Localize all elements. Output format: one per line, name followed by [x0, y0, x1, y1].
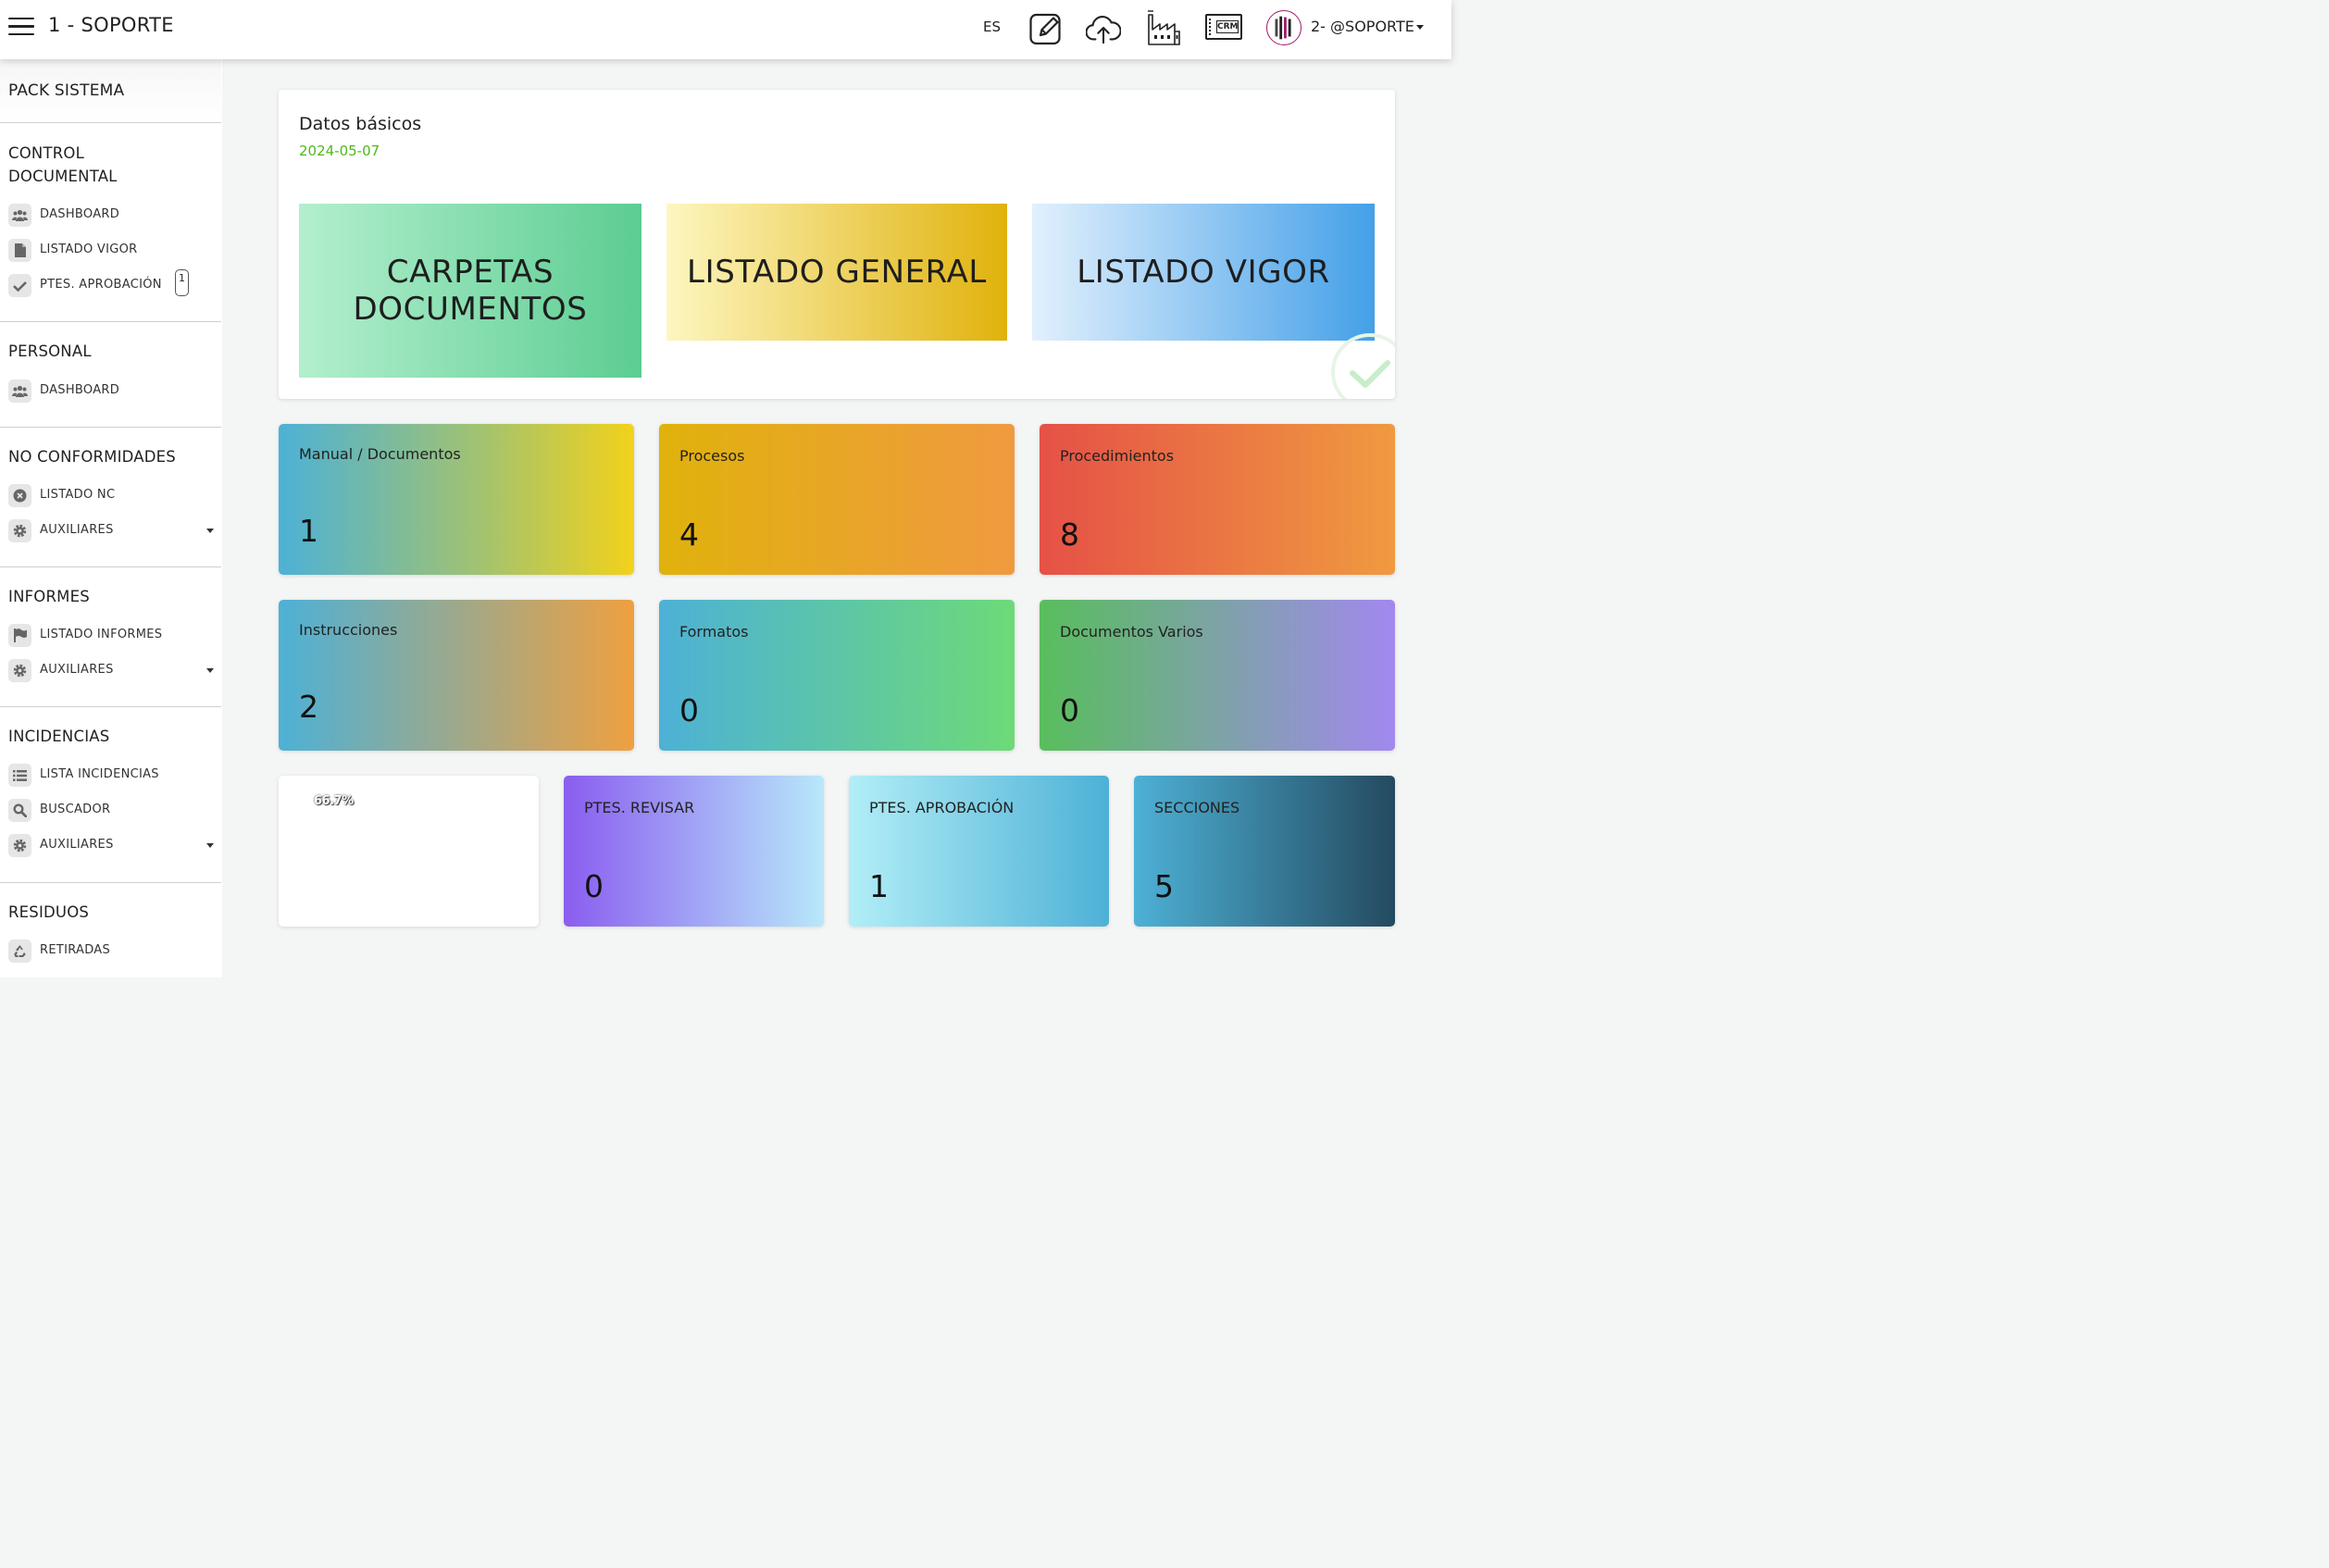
sidebar-item-label: LISTADO VIGOR [40, 243, 138, 256]
stat-value: 0 [679, 692, 699, 728]
sidebar-item-ptes-aprobacion[interactable]: PTES. APROBACIÓN 1 [8, 269, 214, 299]
sidebar-item-auxiliares-informes[interactable]: AUXILIARES [8, 656, 214, 684]
sidebar: PACK SISTEMA CONTROL DOCUMENTAL DASHBOAR… [0, 59, 222, 977]
gear-icon [8, 519, 31, 542]
x-circle-icon [8, 484, 31, 507]
sidebar-item-label: LISTADO INFORMES [40, 628, 163, 641]
stat-value: 0 [584, 868, 604, 904]
tile-carpetas-documentos[interactable]: CARPETAS DOCUMENTOS [299, 204, 641, 378]
avatar[interactable] [1266, 10, 1302, 45]
stat-card-procedimientos[interactable]: Procedimientos 8 [1040, 424, 1395, 575]
section-incidencias: INCIDENCIAS [8, 728, 110, 745]
stat-card-ptes-revisar[interactable]: PTES. REVISAR 0 [564, 776, 824, 927]
menu-icon[interactable] [8, 18, 34, 38]
gear-icon [8, 834, 31, 857]
stat-label: Documentos Varios [1060, 623, 1203, 641]
section-control-documental: CONTROL DOCUMENTAL [8, 144, 118, 185]
chevron-down-icon [206, 668, 214, 673]
factory-icon[interactable] [1145, 9, 1182, 46]
edit-icon[interactable] [1028, 11, 1064, 46]
file-icon [8, 239, 31, 262]
sidebar-item-label: DASHBOARD [40, 207, 120, 221]
tile-listado-general[interactable]: LISTADO GENERAL [666, 204, 1007, 341]
stat-label: Manual / Documentos [299, 445, 461, 463]
stat-card-formatos[interactable]: Formatos 0 [659, 600, 1015, 751]
recycle-icon [8, 940, 31, 963]
card-title: Datos básicos [299, 114, 422, 134]
stat-card-secciones[interactable]: SECCIONES 5 [1134, 776, 1395, 927]
app-title: 1 - SOPORTE [48, 14, 174, 36]
section-personal: PERSONAL [8, 342, 92, 360]
sidebar-item-label: AUXILIARES [40, 838, 114, 852]
gear-icon [8, 659, 31, 682]
sidebar-item-auxiliares-nc[interactable]: AUXILIARES [8, 516, 214, 544]
sidebar-item-listado-informes[interactable]: LISTADO INFORMES [8, 621, 214, 649]
sidebar-item-label: LISTADO NC [40, 488, 116, 502]
sidebar-item-label: RETIRADAS [40, 943, 111, 957]
stat-label: Procesos [679, 447, 745, 465]
stat-card-instrucciones[interactable]: Instrucciones 2 [279, 600, 634, 751]
sidebar-item-label: DASHBOARD [40, 383, 120, 397]
flag-icon [8, 624, 31, 647]
check-icon [8, 274, 31, 297]
language-selector[interactable]: ES [983, 19, 1001, 35]
check-watermark-icon [1331, 333, 1395, 399]
stat-value: 5 [1154, 868, 1174, 904]
chevron-down-icon [206, 529, 214, 533]
stat-label: Instrucciones [299, 621, 398, 639]
stat-value: 0 [1060, 692, 1079, 728]
sidebar-item-lista-incidencias[interactable]: LISTA INCIDENCIAS [8, 761, 214, 789]
search-icon [8, 799, 31, 822]
stat-card-documentos-varios[interactable]: Documentos Varios 0 [1040, 600, 1395, 751]
progress-card: 66.7% [279, 776, 539, 927]
stat-label: PTES. APROBACIÓN [869, 799, 1015, 816]
users-icon [8, 204, 31, 227]
card-date: 2024-05-07 [299, 143, 380, 159]
basic-data-card: Datos básicos 2024-05-07 CARPETAS DOCUME… [279, 90, 1395, 399]
stat-label: Formatos [679, 623, 749, 641]
stat-card-manual-documentos[interactable]: Manual / Documentos 1 [279, 424, 634, 575]
sidebar-item-dashboard[interactable]: DASHBOARD [8, 201, 214, 229]
user-logo-icon [1275, 16, 1291, 40]
sidebar-item-auxiliares-incidencias[interactable]: AUXILIARES [8, 831, 214, 859]
section-no-conformidades: NO CONFORMIDADES [8, 448, 176, 466]
tile-listado-vigor[interactable]: LISTADO VIGOR [1032, 204, 1375, 341]
count-badge: 1 [175, 269, 189, 296]
stat-value: 1 [869, 868, 889, 904]
sidebar-item-label: AUXILIARES [40, 663, 114, 677]
sidebar-item-label: AUXILIARES [40, 523, 114, 537]
sidebar-item-label: LISTA INCIDENCIAS [40, 767, 159, 781]
stat-card-procesos[interactable]: Procesos 4 [659, 424, 1015, 575]
chevron-down-icon [206, 843, 214, 848]
section-informes: INFORMES [8, 588, 90, 605]
sidebar-item-retiradas[interactable]: RETIRADAS [8, 937, 214, 964]
stat-value: 1 [299, 513, 318, 549]
progress-label: 66.7% [314, 794, 354, 808]
sidebar-item-listado-nc[interactable]: LISTADO NC [8, 481, 214, 509]
chevron-down-icon [1415, 25, 1424, 30]
stat-card-ptes-aprobacion[interactable]: PTES. APROBACIÓN 1 [849, 776, 1109, 927]
sidebar-item-dashboard-personal[interactable]: DASHBOARD [8, 377, 214, 404]
user-menu[interactable]: 2- @SOPORTE [1311, 18, 1424, 35]
top-bar: 1 - SOPORTE ES CRM 2- @SOPORTE [0, 0, 1451, 59]
crm-label: CRM [1216, 20, 1239, 33]
section-residuos: RESIDUOS [8, 903, 90, 921]
stat-value: 2 [299, 689, 318, 725]
users-icon [8, 380, 31, 403]
crm-icon[interactable]: CRM [1205, 14, 1242, 40]
sidebar-item-label: PTES. APROBACIÓN [40, 278, 162, 292]
cloud-upload-icon[interactable] [1086, 11, 1121, 46]
stat-value: 4 [679, 516, 699, 553]
pack-title: PACK SISTEMA [8, 81, 125, 100]
list-icon [8, 764, 31, 787]
stat-label: SECCIONES [1154, 799, 1240, 816]
user-name: 2- @SOPORTE [1311, 18, 1414, 35]
stat-value: 8 [1060, 516, 1079, 553]
stat-label: PTES. REVISAR [584, 799, 695, 816]
sidebar-item-label: BUSCADOR [40, 803, 111, 816]
sidebar-item-listado-vigor[interactable]: LISTADO VIGOR [8, 236, 214, 264]
stat-label: Procedimientos [1060, 447, 1175, 465]
sidebar-item-buscador[interactable]: BUSCADOR [8, 796, 214, 824]
